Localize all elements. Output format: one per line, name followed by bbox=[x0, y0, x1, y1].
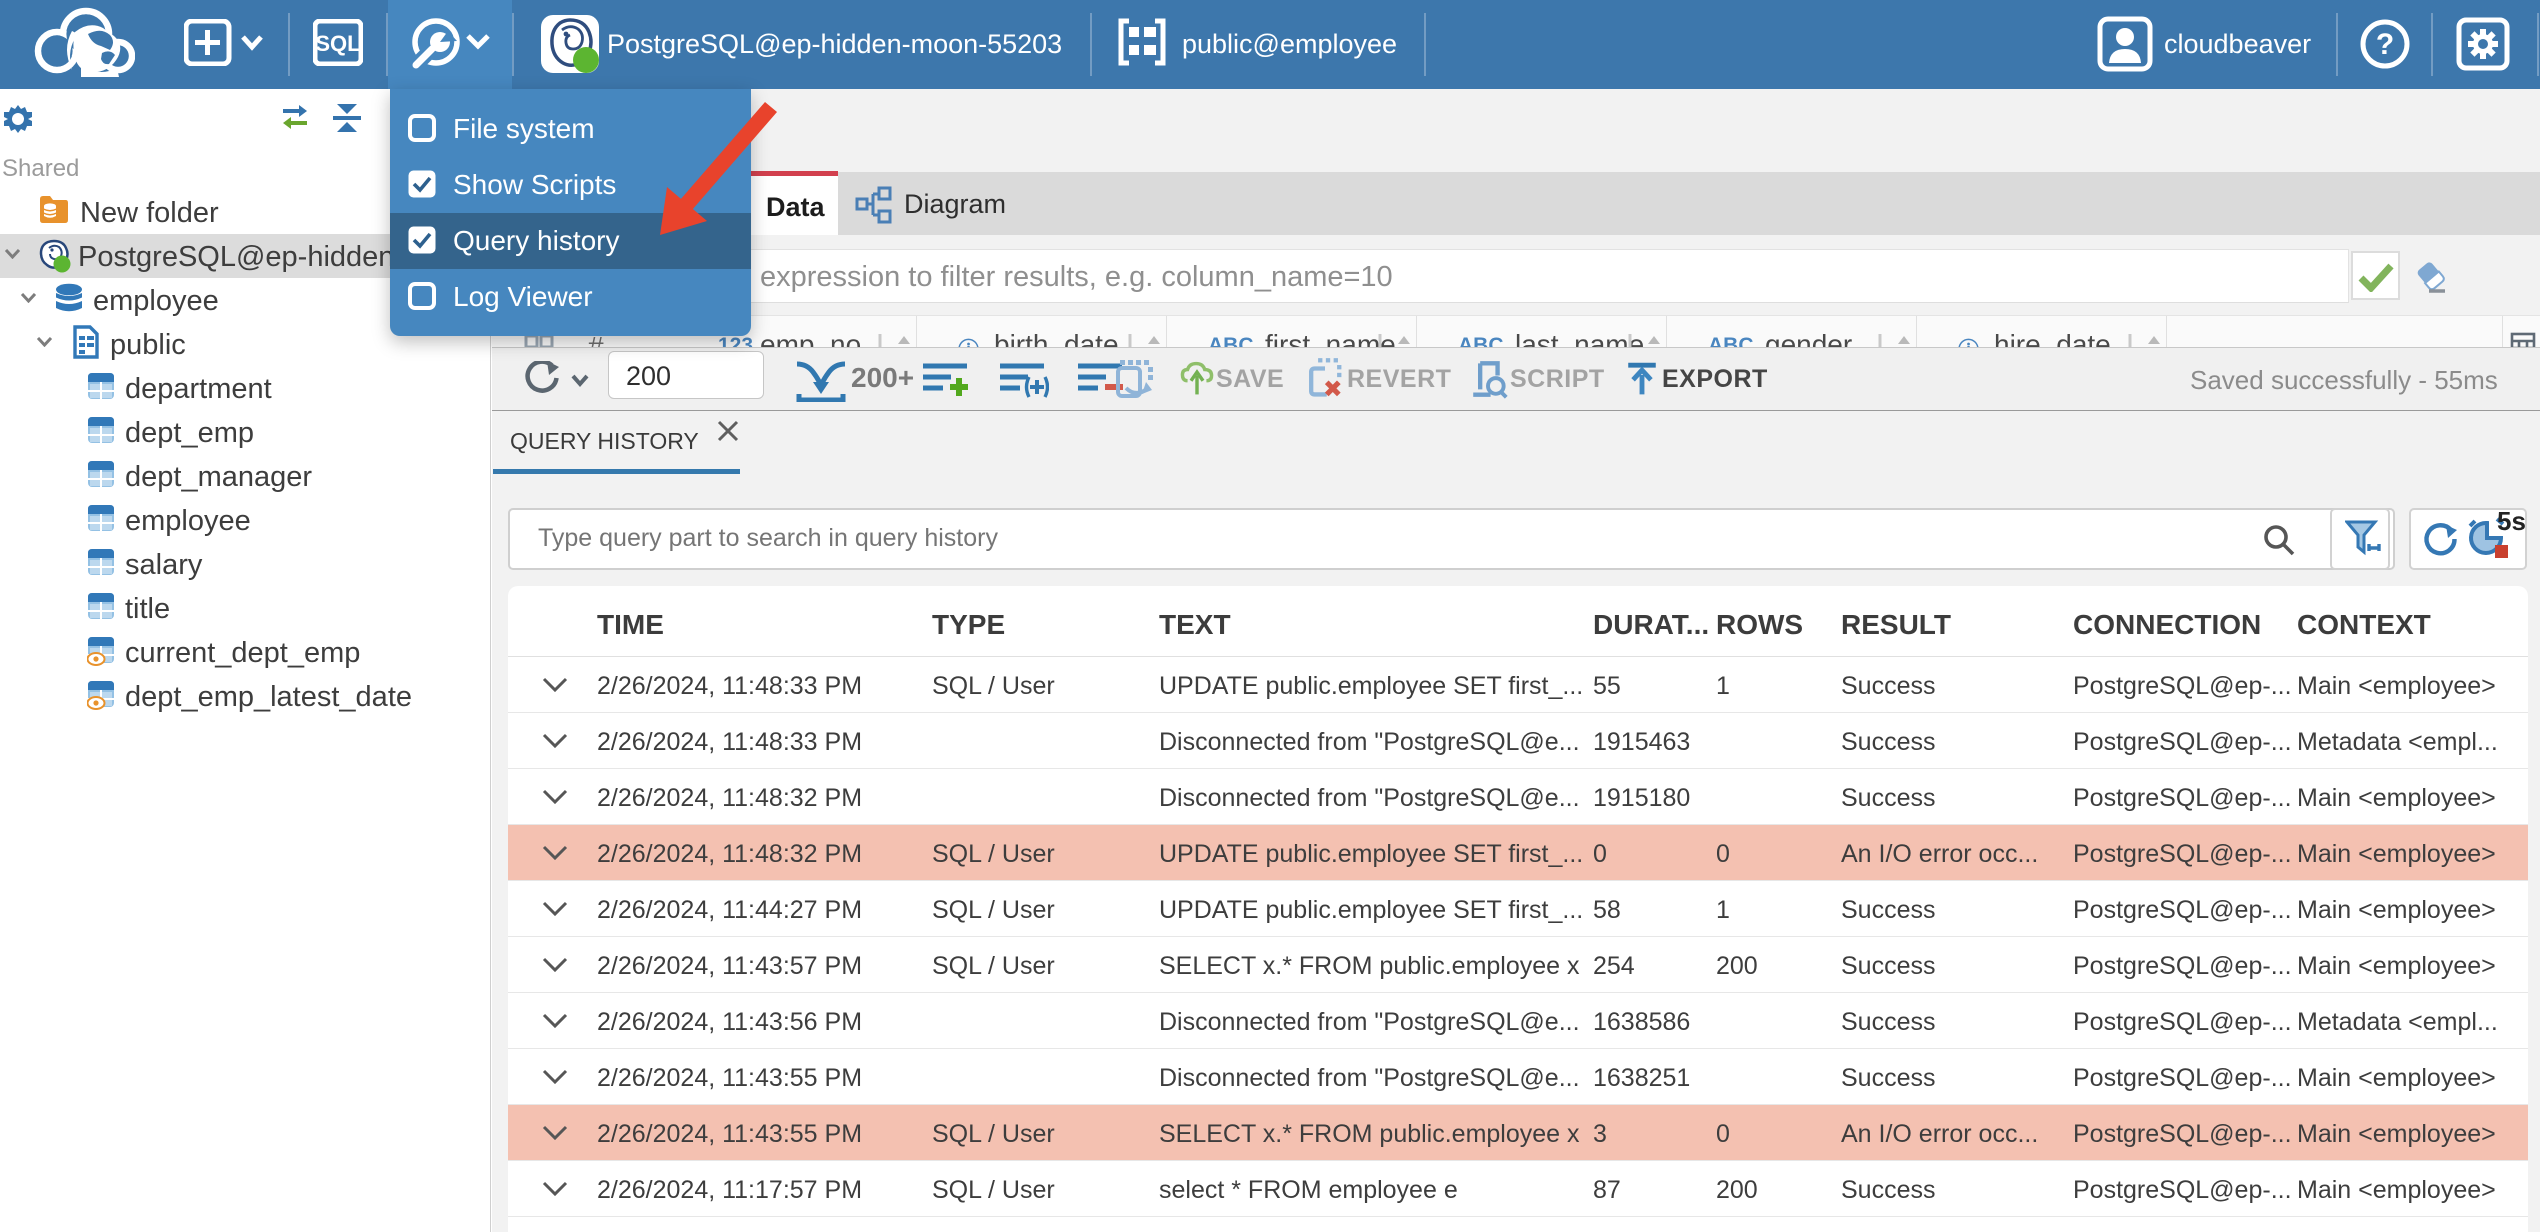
svg-text:?: ? bbox=[2376, 28, 2394, 61]
svg-text:SQL: SQL bbox=[315, 31, 360, 56]
